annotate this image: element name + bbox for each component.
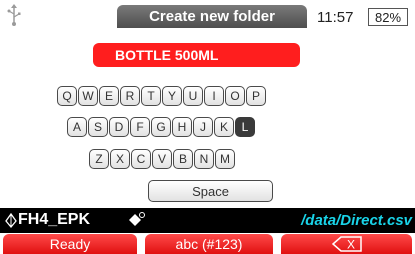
page-title: Create new folder [117,5,307,28]
key-u[interactable]: U [183,86,203,106]
key-k[interactable]: K [214,117,234,137]
key-e[interactable]: E [99,86,119,106]
key-v[interactable]: V [152,149,172,169]
sensor-icon [5,213,17,229]
sync-icon [129,212,145,226]
key-g[interactable]: G [151,117,171,137]
softkey-input-mode[interactable]: abc (#123) [145,234,273,254]
key-d[interactable]: D [109,117,129,137]
usb-icon [7,4,21,26]
key-x[interactable]: X [110,149,130,169]
space-key[interactable]: Space [148,180,273,202]
battery-indicator: 82% [368,8,408,26]
key-q[interactable]: Q [57,86,77,106]
key-s[interactable]: S [88,117,108,137]
key-w[interactable]: W [78,86,98,106]
key-c[interactable]: C [131,149,151,169]
key-t[interactable]: T [141,86,161,106]
key-z[interactable]: Z [89,149,109,169]
key-p[interactable]: P [246,86,266,106]
softkey-ready[interactable]: Ready [3,234,137,254]
key-i[interactable]: I [204,86,224,106]
key-o[interactable]: O [225,86,245,106]
key-r[interactable]: R [120,86,140,106]
key-y[interactable]: Y [162,86,182,106]
key-m[interactable]: M [215,149,235,169]
key-h[interactable]: H [172,117,192,137]
status-bar: FH4_EPK /data/Direct.csv [0,208,415,233]
key-j[interactable]: J [193,117,213,137]
softkey-backspace[interactable]: X [281,234,412,254]
device-name: FH4_EPK [18,211,91,228]
key-f[interactable]: F [130,117,150,137]
file-path: /data/Direct.csv [301,212,412,229]
top-bar: Create new folder 11:57 82% [0,0,415,30]
key-l[interactable]: L [235,117,255,137]
backspace-icon: X [331,236,362,252]
folder-name-input[interactable]: BOTTLE 500ML [93,43,300,67]
backspace-label: X [346,238,354,252]
clock: 11:57 [317,9,354,26]
key-b[interactable]: B [173,149,193,169]
key-a[interactable]: A [67,117,87,137]
key-n[interactable]: N [194,149,214,169]
